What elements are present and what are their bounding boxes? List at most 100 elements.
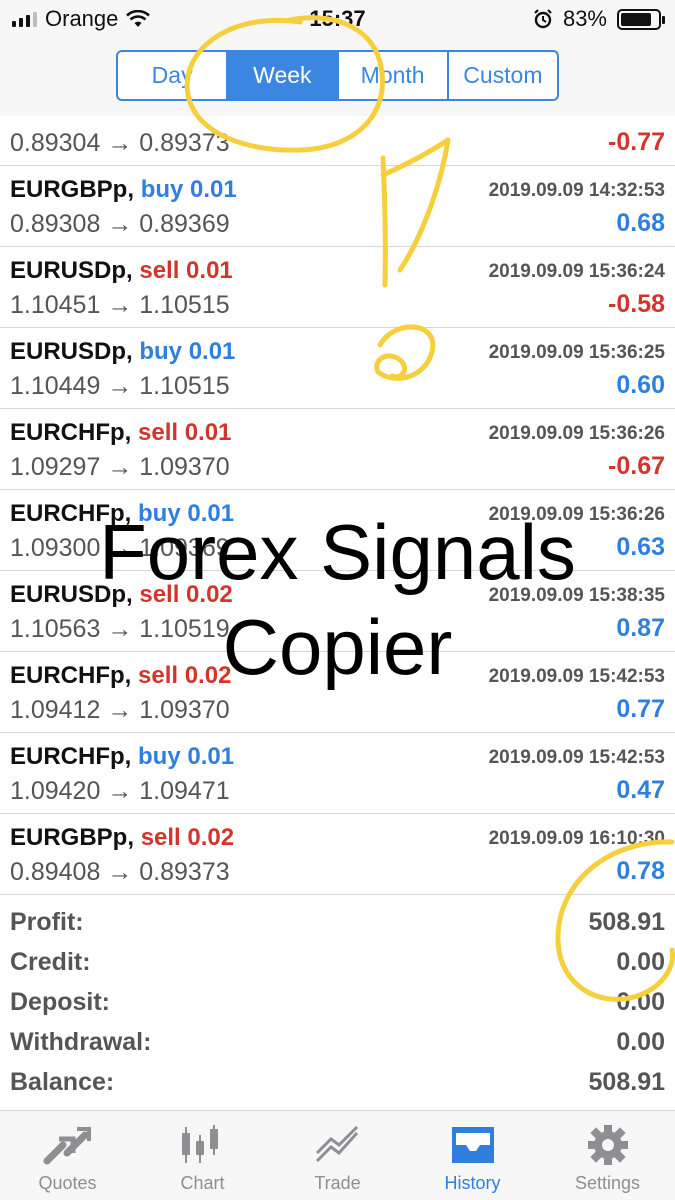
deal-time: 2019.09.09 15:42:53 <box>488 666 665 687</box>
deal-time: 2019.09.09 15:36:26 <box>488 504 665 525</box>
deal-volume: 0.01 <box>188 338 236 365</box>
tab-history[interactable]: History <box>405 1111 540 1200</box>
deal-direction: buy <box>138 500 181 527</box>
deal-prices: 0.89308 → 0.89369 <box>10 210 230 238</box>
tab-quotes[interactable]: Quotes <box>0 1111 135 1200</box>
period-tab-day[interactable]: Day <box>118 52 229 99</box>
deal-volume: 0.01 <box>187 500 235 527</box>
summary-row-withdrawal: Withdrawal: 0.00 <box>0 1024 675 1064</box>
tab-label: Trade <box>314 1173 361 1193</box>
battery-group: 83% <box>533 6 665 32</box>
deal-row[interactable]: EURGBPp, buy 0.01 2019.09.09 14:32:53 0.89… <box>0 166 675 247</box>
tab-trade[interactable]: Trade <box>270 1111 405 1200</box>
summary-label: Credit: <box>10 948 91 976</box>
summary-value: 0.00 <box>616 988 665 1016</box>
deal-profit: -0.58 <box>608 290 665 318</box>
deal-profit: 0.77 <box>616 695 665 723</box>
battery-percent: 83% <box>562 6 607 31</box>
deal-symbol: EURUSDp, <box>10 257 133 284</box>
period-tab-month[interactable]: Month <box>339 52 449 99</box>
deal-prices: 1.10451 → 1.10515 <box>10 291 230 319</box>
deal-prices: 1.10563 → 1.10519 <box>10 615 230 643</box>
settings-icon <box>587 1125 628 1165</box>
deal-direction: sell <box>138 662 179 689</box>
deal-direction: sell <box>138 419 179 446</box>
deal-title: EURCHFp, sell 0.02 <box>10 662 231 690</box>
deal-volume: 0.01 <box>186 257 233 284</box>
deal-time: 2019.09.09 15:36:26 <box>488 423 665 444</box>
tab-label: History <box>444 1173 501 1193</box>
deal-title: EURCHFp, sell 0.01 <box>10 419 231 447</box>
deal-time: 2019.09.09 16:10:30 <box>488 828 665 849</box>
alarm-icon <box>534 9 552 29</box>
period-selector: Day Week Month Custom <box>116 50 559 101</box>
deal-title: EURUSDp, sell 0.02 <box>10 581 233 609</box>
deal-row[interactable]: EURUSDp, sell 0.01 2019.09.09 15:36:24 1.1… <box>0 247 675 328</box>
deal-time: 2019.09.09 15:36:25 <box>488 342 665 363</box>
deal-volume: 0.01 <box>184 419 232 446</box>
deal-row[interactable]: EURUSDp, buy 0.01 2019.09.09 15:36:25 1.10… <box>0 328 675 409</box>
summary-row-balance: Balance: 508.91 <box>0 1064 675 1104</box>
summary-label: Balance: <box>10 1068 115 1096</box>
deal-direction: buy <box>139 338 183 365</box>
deal-row[interactable]: EURCHFp, sell 0.01 2019.09.09 15:36:26 1.0… <box>0 409 675 490</box>
deal-row[interactable]: EURCHFp, buy 0.01 2019.09.09 15:42:53 1.09… <box>0 733 675 814</box>
tab-label: Settings <box>574 1173 641 1193</box>
summary-row-deposit: Deposit: 0.00 <box>0 984 675 1024</box>
deal-symbol: EURCHFp, <box>10 662 132 689</box>
trade-icon <box>315 1125 358 1163</box>
summary-label: Withdrawal: <box>10 1028 152 1056</box>
deal-volume: 0.02 <box>187 824 235 851</box>
status-bar: Orange 15:37 83% <box>0 0 675 38</box>
chart-icon <box>181 1125 218 1163</box>
tab-label: Chart <box>180 1173 225 1193</box>
deal-profit: 0.78 <box>616 857 665 885</box>
summary-row-credit: Credit: 0.00 <box>0 944 675 984</box>
tab-settings[interactable]: Settings <box>540 1111 675 1200</box>
deal-prices: 1.09297 → 1.09370 <box>10 453 230 481</box>
deal-volume: 0.02 <box>186 581 233 608</box>
deal-profit: 0.60 <box>616 371 665 399</box>
deal-title: EURGBPp, buy 0.01 <box>10 176 237 204</box>
deal-prices: 1.09412 → 1.09370 <box>10 696 230 724</box>
deal-row-partial[interactable]: 0.89304 → 0.89373 -0.77 <box>0 116 675 166</box>
deal-row[interactable]: EURUSDp, sell 0.02 2019.09.09 15:38:35 1.1… <box>0 571 675 652</box>
summary-label: Deposit: <box>10 988 110 1016</box>
deal-direction: sell <box>139 257 180 284</box>
battery-icon <box>617 8 665 30</box>
deal-direction: sell <box>140 824 181 851</box>
deal-prices: 1.09300 → 1.09369 <box>10 534 230 562</box>
summary-row-profit: Profit: 508.91 <box>0 904 675 944</box>
deal-prices: 0.89304 → 0.89373 <box>10 129 230 157</box>
summary-value: 508.91 <box>588 1068 665 1096</box>
deal-title: EURUSDp, sell 0.01 <box>10 257 233 285</box>
tab-label: Quotes <box>38 1173 97 1193</box>
deal-direction: buy <box>138 743 181 770</box>
deal-row[interactable]: EURCHFp, sell 0.02 2019.09.09 15:42:53 1.0… <box>0 652 675 733</box>
summary-value: 0.00 <box>616 948 665 976</box>
deal-symbol: EURUSDp, <box>10 581 133 608</box>
deal-prices: 0.89408 → 0.89373 <box>10 858 230 886</box>
account-summary: Profit: 508.91 Credit: 0.00 Deposit: 0.00 With… <box>0 894 675 1110</box>
deal-profit: -0.77 <box>608 128 665 156</box>
deal-time: 2019.09.09 14:32:53 <box>488 180 665 201</box>
deal-volume: 0.01 <box>190 176 237 203</box>
deal-row[interactable]: EURCHFp, buy 0.01 2019.09.09 15:36:26 1.09… <box>0 490 675 571</box>
deal-time: 2019.09.09 15:42:53 <box>488 747 665 768</box>
history-icon <box>451 1127 494 1163</box>
tab-bar: Quotes Chart Trade History Settings <box>0 1110 675 1200</box>
deal-volume: 0.02 <box>184 662 232 689</box>
deal-symbol: EURUSDp, <box>10 338 133 365</box>
deal-prices: 1.09420 → 1.09471 <box>10 777 230 805</box>
deal-list[interactable]: 0.89304 → 0.89373 -0.77 EURGBPp, buy 0.0… <box>0 116 675 895</box>
deal-symbol: EURCHFp, <box>10 500 132 527</box>
tab-chart[interactable]: Chart <box>135 1111 270 1200</box>
deal-row[interactable]: EURGBPp, sell 0.02 2019.09.09 16:10:30 0.8… <box>0 814 675 895</box>
deal-profit: 0.87 <box>616 614 665 642</box>
deal-direction: buy <box>140 176 184 203</box>
deal-title: EURCHFp, buy 0.01 <box>10 743 234 771</box>
period-tab-week[interactable]: Week <box>228 52 339 99</box>
deal-profit: 0.63 <box>616 533 665 561</box>
period-tab-custom[interactable]: Custom <box>449 52 557 99</box>
deal-title: EURCHFp, buy 0.01 <box>10 500 234 528</box>
